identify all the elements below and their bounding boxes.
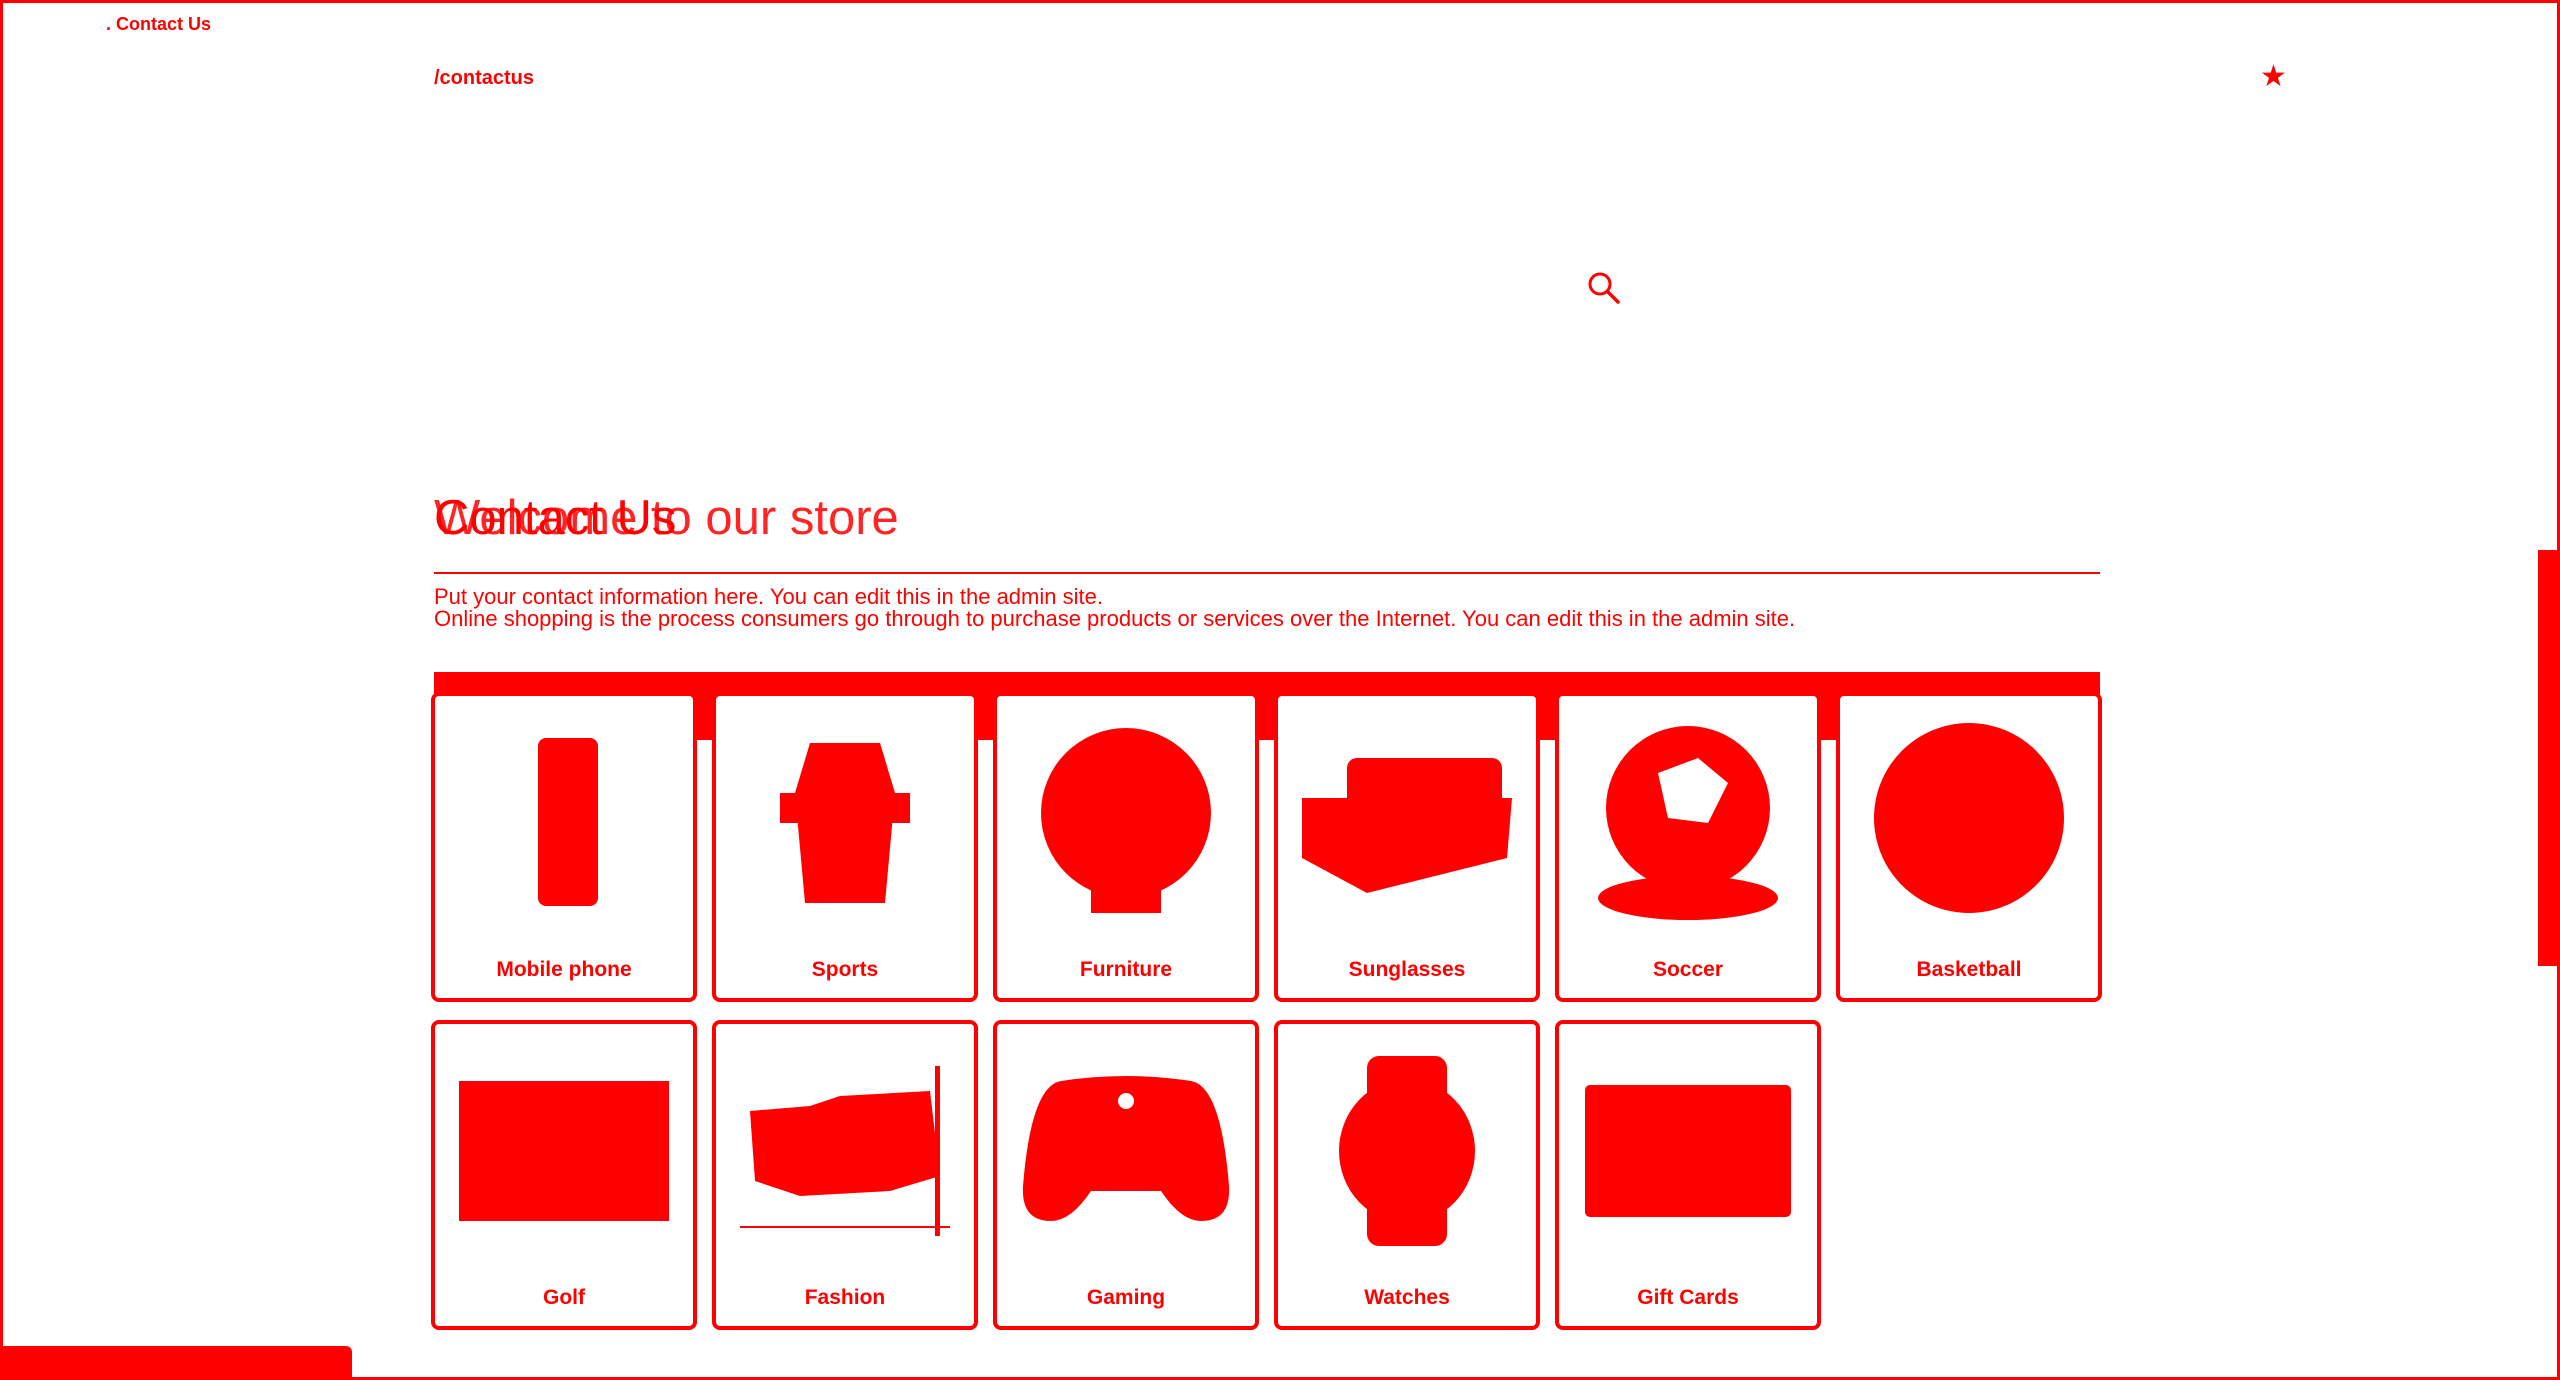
vertical-scrollbar[interactable] [2538,550,2558,966]
category-tile-furniture[interactable]: Furniture [993,692,1259,1002]
search-icon[interactable] [1586,270,1622,306]
welcome-title: Welcome to our store [434,491,899,545]
star-icon[interactable]: ★ [2260,62,2287,92]
category-label: Golf [543,1286,585,1309]
category-tile-sunglasses[interactable]: Sunglasses [1274,692,1540,1002]
category-label: Basketball [1916,958,2022,981]
basketball-icon [1840,696,2098,950]
mobile-phone-icon [435,696,693,950]
category-tile-gaming[interactable]: Gaming [993,1020,1259,1330]
category-tile-mobile-phone[interactable]: Mobile phone [431,692,697,1002]
category-label: Fashion [804,1286,886,1309]
category-tile-watches[interactable]: Watches [1274,1020,1540,1330]
golf-icon [435,1024,693,1278]
category-tile-fashion[interactable]: Fashion [712,1020,978,1330]
welcome-text: Online shopping is the process consumers… [434,606,1796,631]
soccer-ball-icon [1559,696,1817,950]
bottom-status-bar [0,1346,352,1380]
category-tile-sports[interactable]: Sports [712,692,978,1002]
category-tile-gift-cards[interactable]: Gift Cards [1555,1020,1821,1330]
category-label: Mobile phone [496,958,632,981]
category-label: Furniture [1079,958,1173,981]
category-label: Gift Cards [1637,1286,1739,1309]
browser-tab-title[interactable]: . Contact Us [106,14,211,35]
category-tile-basketball[interactable]: Basketball [1836,692,2102,1002]
sports-icon [716,696,974,950]
furniture-icon [997,696,1255,950]
category-label: Sports [811,958,879,981]
fashion-icon [716,1024,974,1278]
category-label: Soccer [1652,958,1724,981]
category-tile-soccer[interactable]: Soccer [1555,692,1821,1002]
address-bar-url[interactable]: /contactus [434,67,534,90]
category-label: Watches [1364,1286,1450,1309]
watch-icon [1278,1024,1536,1278]
gift-card-icon [1559,1024,1817,1278]
category-label: Sunglasses [1348,958,1466,981]
category-tile-golf[interactable]: Golf [431,1020,697,1330]
title-divider [434,572,2100,574]
sunglasses-icon [1278,696,1536,950]
gamepad-icon [997,1024,1255,1278]
category-label: Gaming [1086,1286,1166,1309]
